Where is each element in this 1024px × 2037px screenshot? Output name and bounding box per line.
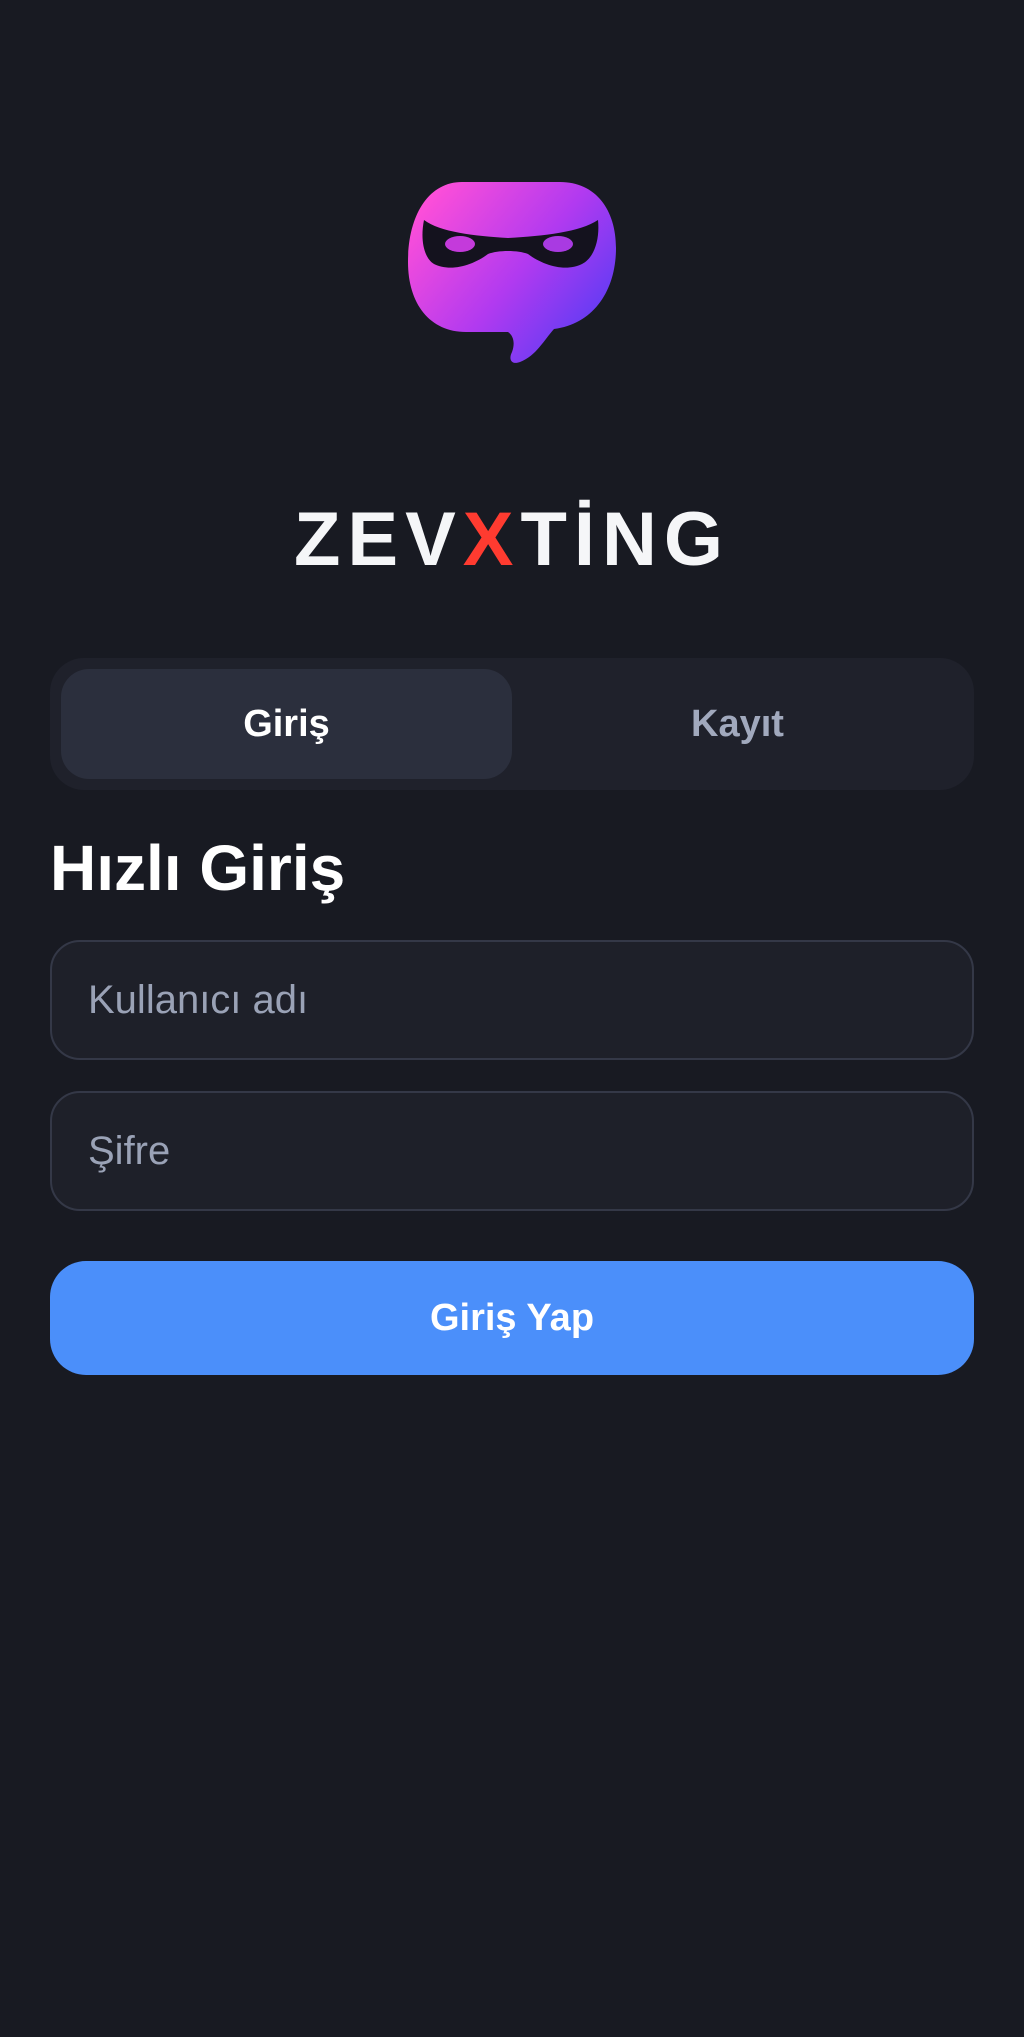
brand-prefix: ZEV xyxy=(293,497,463,582)
login-submit-button[interactable]: Giriş Yap xyxy=(50,1261,974,1375)
tab-register-label: Kayıt xyxy=(691,702,784,745)
auth-tabs: Giriş Kayıt xyxy=(50,658,974,790)
password-input[interactable] xyxy=(50,1091,974,1211)
brand-suffix: TİNG xyxy=(520,497,731,582)
username-input[interactable] xyxy=(50,940,974,1060)
page-title: Hızlı Giriş xyxy=(50,832,346,904)
tab-login-label: Giriş xyxy=(243,702,330,745)
brand-title: ZEVXTİNG xyxy=(0,500,1024,580)
brand-accent: X xyxy=(462,497,521,582)
mask-chat-bubble-icon xyxy=(408,182,616,363)
tab-login[interactable]: Giriş xyxy=(61,669,512,779)
tab-register[interactable]: Kayıt xyxy=(512,669,963,779)
app-logo xyxy=(404,178,620,368)
